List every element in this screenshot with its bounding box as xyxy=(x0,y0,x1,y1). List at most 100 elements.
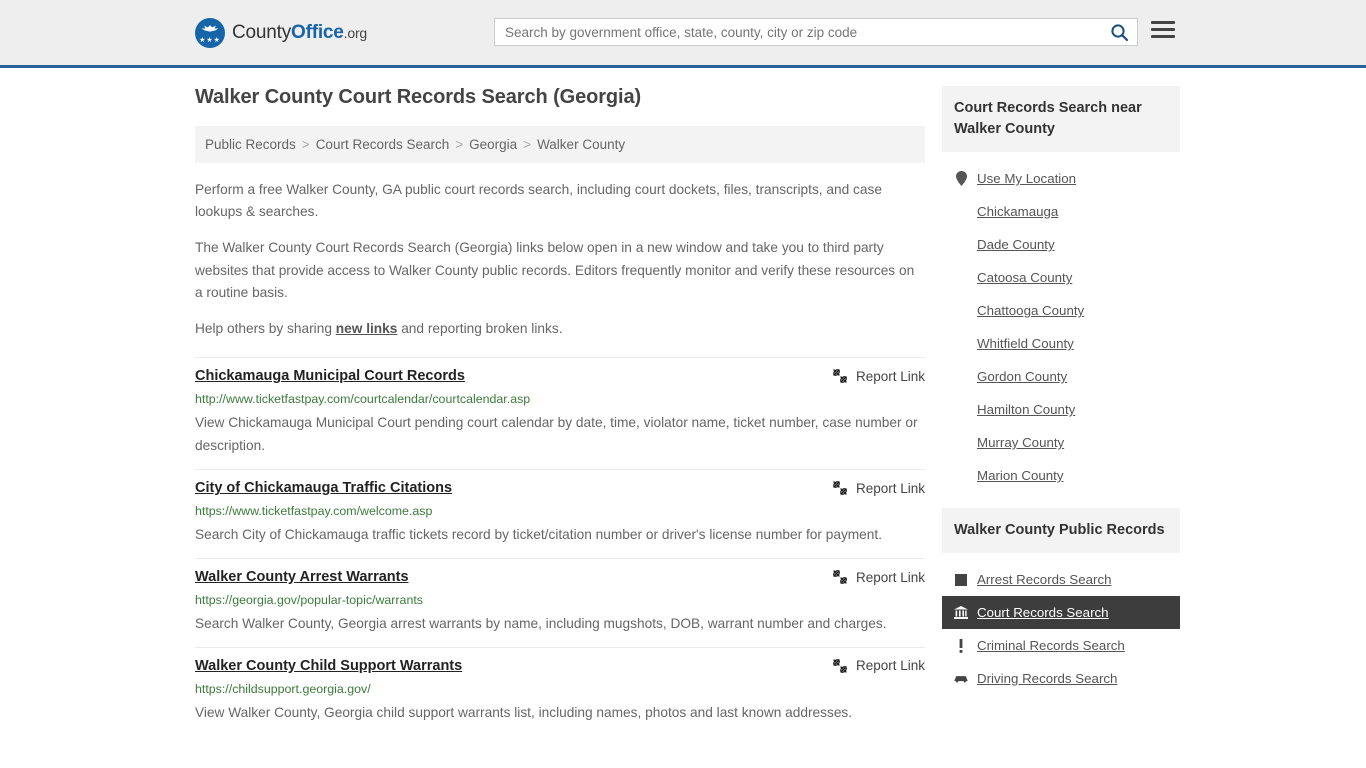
report-link-button[interactable]: Report Link xyxy=(814,568,925,585)
car-icon xyxy=(954,671,968,686)
sidebar-link-label[interactable]: Criminal Records Search xyxy=(977,638,1125,653)
blank-icon xyxy=(954,435,968,450)
page-title: Walker County Court Records Search (Geor… xyxy=(195,86,925,109)
breadcrumb-item-court-records-search[interactable]: Court Records Search xyxy=(316,137,450,152)
hamburger-bar-2 xyxy=(1151,28,1175,31)
search-button[interactable] xyxy=(1101,19,1137,45)
result-description: View Walker County, Georgia child suppor… xyxy=(195,701,925,724)
result-title-link[interactable]: Walker County Arrest Warrants xyxy=(195,568,409,588)
breadcrumb-item-public-records[interactable]: Public Records xyxy=(205,137,296,152)
map-pin-icon xyxy=(954,171,968,186)
sidebar-link-label[interactable]: Use My Location xyxy=(977,171,1076,186)
intro-paragraph-2: The Walker County Court Records Search (… xyxy=(195,237,925,304)
result-url: http://www.ticketfastpay.com/courtcalend… xyxy=(195,391,925,408)
breadcrumb-item-walker-county[interactable]: Walker County xyxy=(537,137,625,152)
nearby-list: Use My Location Chickamauga Dade County … xyxy=(942,162,1180,492)
sidebar-link-label[interactable]: Hamilton County xyxy=(977,402,1075,417)
stars-glyph: ★★★ xyxy=(195,37,225,44)
report-link-button[interactable]: Report Link xyxy=(814,479,925,496)
report-link-button[interactable]: Report Link xyxy=(814,657,925,674)
blank-icon xyxy=(954,204,968,219)
eagle-seal-icon: ★★★ xyxy=(195,18,225,48)
intro-text: Perform a free Walker County, GA public … xyxy=(195,179,925,340)
sidebar-link-label[interactable]: Whitfield County xyxy=(977,336,1074,351)
sidebar-item-marion-county[interactable]: Marion County xyxy=(942,459,1180,492)
result-url: https://www.ticketfastpay.com/welcome.as… xyxy=(195,503,925,520)
broken-link-icon xyxy=(832,658,848,674)
report-link-label: Report Link xyxy=(856,481,925,496)
public-records-list: Arrest Records Search Court Record xyxy=(942,563,1180,695)
page-body: Walker County Court Records Search (Geor… xyxy=(0,68,1366,736)
sidebar-link-label[interactable]: Dade County xyxy=(977,237,1055,252)
breadcrumb-separator: > xyxy=(302,137,310,152)
breadcrumb-separator: > xyxy=(523,137,531,152)
sidebar-link-label[interactable]: Catoosa County xyxy=(977,270,1072,285)
sidebar-item-arrest-records-search[interactable]: Arrest Records Search xyxy=(942,563,1180,596)
result-title-link[interactable]: City of Chickamauga Traffic Citations xyxy=(195,479,452,499)
public-records-panel-title: Walker County Public Records xyxy=(942,508,1180,553)
sidebar-link-label[interactable]: Court Records Search xyxy=(977,605,1109,620)
result-item: Walker County Arrest Warrants Report Lin… xyxy=(195,558,925,647)
intro-paragraph-1: Perform a free Walker County, GA public … xyxy=(195,179,925,223)
site-logo[interactable]: ★★★ CountyOffice.org xyxy=(195,18,367,48)
report-link-label: Report Link xyxy=(856,658,925,673)
sidebar-item-catoosa-county[interactable]: Catoosa County xyxy=(942,261,1180,294)
result-header: Walker County Arrest Warrants Report Lin… xyxy=(195,568,925,588)
broken-link-icon xyxy=(832,480,848,496)
sidebar-item-whitfield-county[interactable]: Whitfield County xyxy=(942,327,1180,360)
fingerprint-card-icon xyxy=(954,572,968,587)
sidebar-item-chattooga-county[interactable]: Chattooga County xyxy=(942,294,1180,327)
sidebar-item-hamilton-county[interactable]: Hamilton County xyxy=(942,393,1180,426)
sidebar-item-driving-records-search[interactable]: Driving Records Search xyxy=(942,662,1180,695)
report-link-label: Report Link xyxy=(856,369,925,384)
sidebar-link-label[interactable]: Chattooga County xyxy=(977,303,1084,318)
result-description: Search City of Chickamauga traffic ticke… xyxy=(195,523,925,546)
sidebar: Court Records Search near Walker County … xyxy=(942,86,1180,736)
result-title-link[interactable]: Walker County Child Support Warrants xyxy=(195,657,462,677)
new-links-link[interactable]: new links xyxy=(336,321,398,336)
blank-icon xyxy=(954,303,968,318)
intro-p3-before: Help others by sharing xyxy=(195,321,336,336)
sidebar-item-criminal-records-search[interactable]: Criminal Records Search xyxy=(942,629,1180,662)
sidebar-link-label[interactable]: Murray County xyxy=(977,435,1064,450)
sidebar-link-label[interactable]: Arrest Records Search xyxy=(977,572,1112,587)
blank-icon xyxy=(954,270,968,285)
result-item: Chickamauga Municipal Court Records Repo… xyxy=(195,357,925,469)
blank-icon xyxy=(954,369,968,384)
breadcrumb: Public Records > Court Records Search > Geor… xyxy=(195,126,925,163)
logo-part-org: .org xyxy=(344,25,367,41)
sidebar-item-chickamauga[interactable]: Chickamauga xyxy=(942,195,1180,228)
sidebar-item-murray-county[interactable]: Murray County xyxy=(942,426,1180,459)
sidebar-item-dade-county[interactable]: Dade County xyxy=(942,228,1180,261)
blank-icon xyxy=(954,402,968,417)
report-link-button[interactable]: Report Link xyxy=(814,367,925,384)
sidebar-item-court-records-search[interactable]: Court Records Search xyxy=(942,596,1180,629)
sidebar-link-label[interactable]: Gordon County xyxy=(977,369,1067,384)
result-header: Walker County Child Support Warrants Rep… xyxy=(195,657,925,677)
eagle-glyph xyxy=(200,24,220,33)
sidebar-link-label[interactable]: Driving Records Search xyxy=(977,671,1117,686)
sidebar-link-label[interactable]: Chickamauga xyxy=(977,204,1058,219)
sidebar-link-label[interactable]: Marion County xyxy=(977,468,1063,483)
intro-p3-after: and reporting broken links. xyxy=(397,321,562,336)
spacer xyxy=(942,553,1180,563)
nearby-panel-title: Court Records Search near Walker County xyxy=(942,86,1180,152)
report-link-label: Report Link xyxy=(856,570,925,585)
sidebar-item-use-my-location[interactable]: Use My Location xyxy=(942,162,1180,195)
breadcrumb-item-georgia[interactable]: Georgia xyxy=(469,137,517,152)
blank-icon xyxy=(954,336,968,351)
result-url: https://georgia.gov/popular-topic/warran… xyxy=(195,592,925,609)
search-input[interactable] xyxy=(495,19,1101,45)
intro-paragraph-3: Help others by sharing new links and rep… xyxy=(195,318,925,340)
search-icon xyxy=(1110,23,1129,42)
blank-icon xyxy=(954,468,968,483)
result-title-link[interactable]: Chickamauga Municipal Court Records xyxy=(195,367,465,387)
breadcrumb-separator: > xyxy=(455,137,463,152)
sidebar-item-gordon-county[interactable]: Gordon County xyxy=(942,360,1180,393)
hamburger-menu-icon[interactable] xyxy=(1151,21,1175,38)
logo-part-office: Office xyxy=(291,22,344,43)
spacer xyxy=(942,152,1180,162)
result-item: City of Chickamauga Traffic Citations Re… xyxy=(195,469,925,558)
search-bar[interactable] xyxy=(494,18,1138,46)
hamburger-bar-3 xyxy=(1151,35,1175,38)
